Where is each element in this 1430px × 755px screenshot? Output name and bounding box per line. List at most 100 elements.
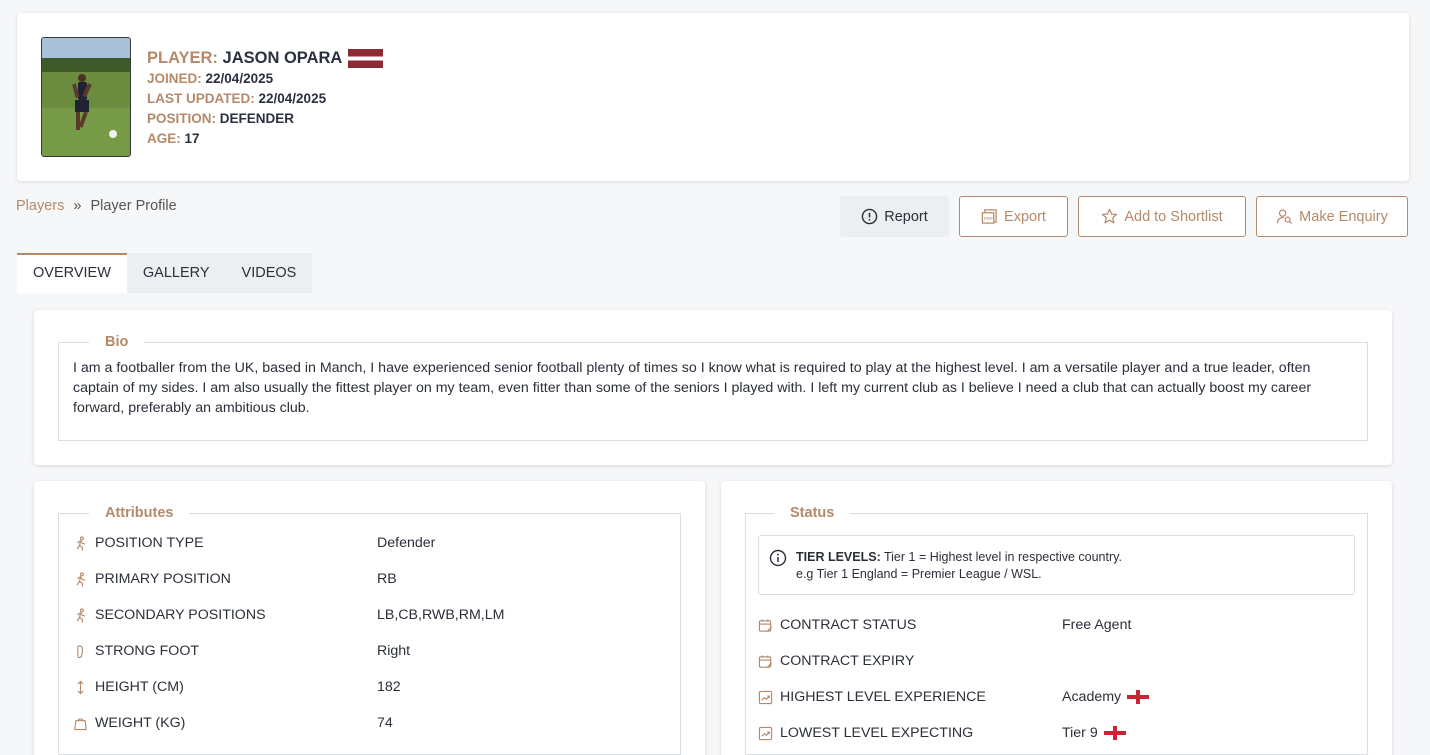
position-label: POSITION:: [147, 111, 217, 126]
attribute-value: RB: [377, 571, 397, 587]
attribute-label: STRONG FOOT: [95, 643, 200, 659]
player-name-row: PLAYER: JASON OPARA: [147, 47, 384, 69]
alert-circle-icon: [861, 208, 878, 225]
position-value: DEFENDER: [219, 111, 295, 126]
attribute-row-weight: WEIGHT (KG) 74: [73, 705, 666, 741]
bio-fieldset: Bio I am a footballer from the UK, based…: [58, 334, 1368, 441]
tier-levels-line1: Tier 1 = Highest level in respective cou…: [880, 550, 1122, 564]
bio-card: Bio I am a footballer from the UK, based…: [34, 310, 1392, 465]
tab-overview[interactable]: OVERVIEW: [17, 253, 127, 293]
breadcrumb: Players » Player Profile: [16, 198, 177, 214]
tier-levels-line2: e.g Tier 1 England = Premier League / WS…: [796, 567, 1042, 581]
star-icon: [1102, 208, 1118, 224]
attribute-row-primary-position: PRIMARY POSITION RB: [73, 561, 666, 597]
attribute-label: SECONDARY POSITIONS: [95, 607, 266, 623]
pdf-file-icon: PDF: [981, 209, 997, 224]
status-row-contract-expiry: CONTRACT EXPIRY: [758, 643, 1355, 679]
status-title: Status: [790, 505, 835, 521]
tab-videos[interactable]: VIDEOS: [226, 253, 313, 293]
export-button-label: Export: [1004, 208, 1046, 225]
add-to-shortlist-button[interactable]: Add to Shortlist: [1078, 196, 1246, 237]
status-value-text: Tier 9: [1062, 725, 1098, 741]
breadcrumb-current: Player Profile: [90, 198, 177, 214]
last-updated-row: LAST UPDATED: 22/04/2025: [147, 89, 383, 109]
weight-icon: [73, 716, 95, 731]
last-updated-label: LAST UPDATED:: [147, 91, 255, 106]
player-header-card: PLAYER: JASON OPARA JOINED: 22/04/2025 L…: [17, 13, 1409, 181]
make-enquiry-button[interactable]: Make Enquiry: [1256, 196, 1408, 237]
tier-levels-heading: TIER LEVELS:: [796, 550, 881, 564]
calendar-edit-icon: [758, 618, 780, 633]
england-flag-icon: [1103, 726, 1126, 740]
latvia-flag-icon: [348, 48, 384, 68]
user-search-icon: [1276, 209, 1293, 225]
joined-row: JOINED: 22/04/2025: [147, 69, 383, 89]
status-row-lowest-level: LOWEST LEVEL EXPECTING Tier 9: [758, 715, 1355, 751]
status-label: CONTRACT STATUS: [780, 617, 917, 633]
attribute-row-secondary-positions: SECONDARY POSITIONS LB,CB,RWB,RM,LM: [73, 597, 666, 633]
trend-up-icon: [758, 726, 780, 741]
player-photo: [41, 37, 131, 157]
footprint-icon: [73, 644, 95, 659]
status-label: LOWEST LEVEL EXPECTING: [780, 725, 974, 741]
report-button[interactable]: Report: [840, 196, 949, 237]
breadcrumb-separator: »: [73, 198, 82, 214]
attribute-value: 182: [377, 679, 401, 695]
svg-text:PDF: PDF: [984, 216, 994, 222]
player-name-label: PLAYER:: [147, 49, 218, 67]
attribute-label: HEIGHT (CM): [95, 679, 184, 695]
status-value: Academy: [1062, 689, 1150, 705]
report-button-label: Report: [884, 208, 928, 225]
attribute-label: POSITION TYPE: [95, 535, 204, 551]
height-arrow-icon: [73, 680, 95, 695]
joined-label: JOINED:: [147, 71, 202, 86]
running-icon: [73, 535, 95, 551]
status-value-text: Academy: [1062, 689, 1122, 705]
position-row: POSITION: DEFENDER: [147, 109, 383, 129]
age-value: 17: [184, 131, 200, 146]
attributes-title: Attributes: [105, 505, 174, 521]
status-label: HIGHEST LEVEL EXPERIENCE: [780, 689, 986, 705]
status-value: Free Agent: [1062, 617, 1132, 633]
attribute-value: 74: [377, 715, 393, 731]
tab-gallery[interactable]: GALLERY: [127, 253, 226, 293]
attribute-row-height: HEIGHT (CM) 182: [73, 669, 666, 705]
attributes-card: Attributes POSITION TYPE Defender PRIMAR…: [34, 481, 705, 755]
attribute-value: Right: [377, 643, 411, 659]
make-enquiry-label: Make Enquiry: [1299, 208, 1388, 225]
attribute-row-position-type: POSITION TYPE Defender: [73, 525, 666, 561]
export-button[interactable]: PDF Export: [959, 196, 1068, 237]
info-icon: [769, 549, 787, 572]
attribute-label: WEIGHT (KG): [95, 715, 186, 731]
attribute-label: PRIMARY POSITION: [95, 571, 231, 587]
england-flag-icon: [1127, 690, 1150, 704]
tier-levels-text: TIER LEVELS: Tier 1 = Highest level in r…: [796, 549, 1122, 583]
attributes-fieldset: Attributes POSITION TYPE Defender PRIMAR…: [58, 505, 681, 755]
player-name: JASON OPARA: [222, 49, 343, 67]
add-to-shortlist-label: Add to Shortlist: [1124, 208, 1223, 225]
bio-title: Bio: [105, 334, 129, 350]
last-updated-value: 22/04/2025: [258, 91, 327, 106]
age-row: AGE: 17: [147, 129, 383, 149]
age-label: AGE:: [147, 131, 181, 146]
status-value: Tier 9: [1062, 725, 1126, 741]
status-row-highest-level: HIGHEST LEVEL EXPERIENCE Academy: [758, 679, 1355, 715]
bio-text: I am a footballer from the UK, based in …: [73, 360, 1312, 416]
player-photo-image: [42, 38, 130, 156]
trend-up-icon: [758, 690, 780, 705]
joined-value: 22/04/2025: [205, 71, 274, 86]
profile-tabs: OVERVIEW GALLERY VIDEOS: [17, 253, 313, 293]
status-card: Status TIER LEVELS: Tier 1 = Highest lev…: [721, 481, 1392, 755]
running-icon: [73, 607, 95, 623]
status-row-contract-status: CONTRACT STATUS Free Agent: [758, 607, 1355, 643]
attribute-value: LB,CB,RWB,RM,LM: [377, 607, 505, 623]
calendar-edit-icon: [758, 654, 780, 669]
attribute-value: Defender: [377, 535, 436, 551]
status-label: CONTRACT EXPIRY: [780, 653, 915, 669]
player-info: PLAYER: JASON OPARA JOINED: 22/04/2025 L…: [147, 47, 384, 149]
running-icon: [73, 571, 95, 587]
tier-levels-info-box: TIER LEVELS: Tier 1 = Highest level in r…: [758, 535, 1355, 595]
attribute-row-strong-foot: STRONG FOOT Right: [73, 633, 666, 669]
status-fieldset: Status TIER LEVELS: Tier 1 = Highest lev…: [745, 505, 1368, 755]
breadcrumb-players-link[interactable]: Players: [16, 198, 64, 214]
